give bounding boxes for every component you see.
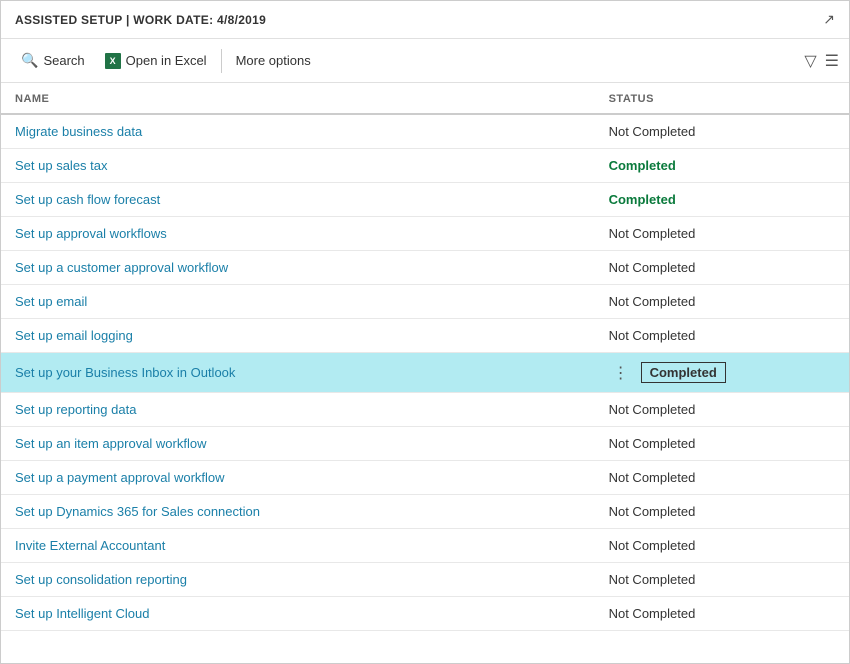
expand-icon[interactable]: ↗: [823, 11, 835, 28]
table-row[interactable]: Set up a customer approval workflowNot C…: [1, 251, 849, 285]
toolbar-right: ▽ ☰: [804, 51, 839, 71]
list-settings-icon[interactable]: ☰: [825, 51, 839, 71]
table-row[interactable]: Set up consolidation reportingNot Comple…: [1, 563, 849, 597]
table-row[interactable]: Set up cash flow forecastCompleted: [1, 183, 849, 217]
table-row[interactable]: Set up email loggingNot Completed: [1, 319, 849, 353]
toolbar: 🔍 Search X Open in Excel More options ▽ …: [1, 39, 849, 83]
row-context-menu-icon[interactable]: ⋮: [609, 363, 633, 383]
open-excel-button[interactable]: X Open in Excel: [95, 49, 217, 73]
row-status: Not Completed: [595, 461, 849, 495]
table-row[interactable]: Set up your Business Inbox in Outlook ⋮ Co…: [1, 353, 849, 393]
title-bar: ASSISTED SETUP | WORK DATE: 4/8/2019 ↗: [1, 1, 849, 39]
toolbar-divider: [221, 49, 222, 73]
row-status: Not Completed: [595, 495, 849, 529]
row-status: Not Completed: [595, 319, 849, 353]
row-status: Not Completed: [595, 393, 849, 427]
table-row[interactable]: Set up emailNot Completed: [1, 285, 849, 319]
table-body: Migrate business dataNot CompletedSet up…: [1, 114, 849, 631]
row-name: Set up a payment approval workflow: [1, 461, 595, 495]
row-status: Not Completed: [595, 114, 849, 149]
row-status: Not Completed: [595, 529, 849, 563]
table-container: NAME STATUS Migrate business dataNot Com…: [1, 83, 849, 663]
open-excel-label: Open in Excel: [126, 53, 207, 68]
table-row[interactable]: Migrate business dataNot Completed: [1, 114, 849, 149]
search-label: Search: [43, 53, 84, 68]
excel-icon: X: [105, 53, 121, 69]
row-name: Set up cash flow forecast: [1, 183, 595, 217]
row-status: Completed: [595, 183, 849, 217]
row-status: Not Completed: [595, 597, 849, 631]
row-name: Set up sales tax: [1, 149, 595, 183]
row-status: Not Completed: [595, 285, 849, 319]
more-options-label: More options: [236, 53, 311, 68]
app-container: ASSISTED SETUP | WORK DATE: 4/8/2019 ↗ 🔍…: [0, 0, 850, 664]
row-name: Set up Dynamics 365 for Sales connection: [1, 495, 595, 529]
table-row[interactable]: Set up a payment approval workflowNot Co…: [1, 461, 849, 495]
search-button[interactable]: 🔍 Search: [11, 48, 95, 73]
setup-table: NAME STATUS Migrate business dataNot Com…: [1, 83, 849, 631]
row-status: Not Completed: [595, 251, 849, 285]
table-row[interactable]: Set up an item approval workflowNot Comp…: [1, 427, 849, 461]
row-status: ⋮ Completed: [595, 353, 849, 393]
col-header-name: NAME: [1, 83, 595, 114]
row-name: Set up consolidation reporting: [1, 563, 595, 597]
row-status: Not Completed: [595, 217, 849, 251]
row-name: Set up email: [1, 285, 595, 319]
table-row[interactable]: Set up Dynamics 365 for Sales connection…: [1, 495, 849, 529]
table-row[interactable]: Set up approval workflowsNot Completed: [1, 217, 849, 251]
table-header-row: NAME STATUS: [1, 83, 849, 114]
row-status: Not Completed: [595, 563, 849, 597]
table-row[interactable]: Set up sales taxCompleted: [1, 149, 849, 183]
completed-badge: Completed: [641, 362, 726, 383]
row-name: Migrate business data: [1, 114, 595, 149]
row-name: Set up an item approval workflow: [1, 427, 595, 461]
col-header-status: STATUS: [595, 83, 849, 114]
more-options-button[interactable]: More options: [226, 49, 321, 72]
page-title: ASSISTED SETUP | WORK DATE: 4/8/2019: [15, 13, 266, 27]
row-name: Set up your Business Inbox in Outlook: [1, 353, 595, 393]
search-icon: 🔍: [21, 52, 38, 69]
filter-icon[interactable]: ▽: [804, 51, 816, 71]
table-row[interactable]: Set up Intelligent CloudNot Completed: [1, 597, 849, 631]
row-name: Invite External Accountant: [1, 529, 595, 563]
row-name: Set up a customer approval workflow: [1, 251, 595, 285]
row-name: Set up Intelligent Cloud: [1, 597, 595, 631]
table-row[interactable]: Set up reporting dataNot Completed: [1, 393, 849, 427]
row-status: Not Completed: [595, 427, 849, 461]
row-name: Set up reporting data: [1, 393, 595, 427]
table-row[interactable]: Invite External AccountantNot Completed: [1, 529, 849, 563]
row-name: Set up email logging: [1, 319, 595, 353]
row-status: Completed: [595, 149, 849, 183]
row-name: Set up approval workflows: [1, 217, 595, 251]
